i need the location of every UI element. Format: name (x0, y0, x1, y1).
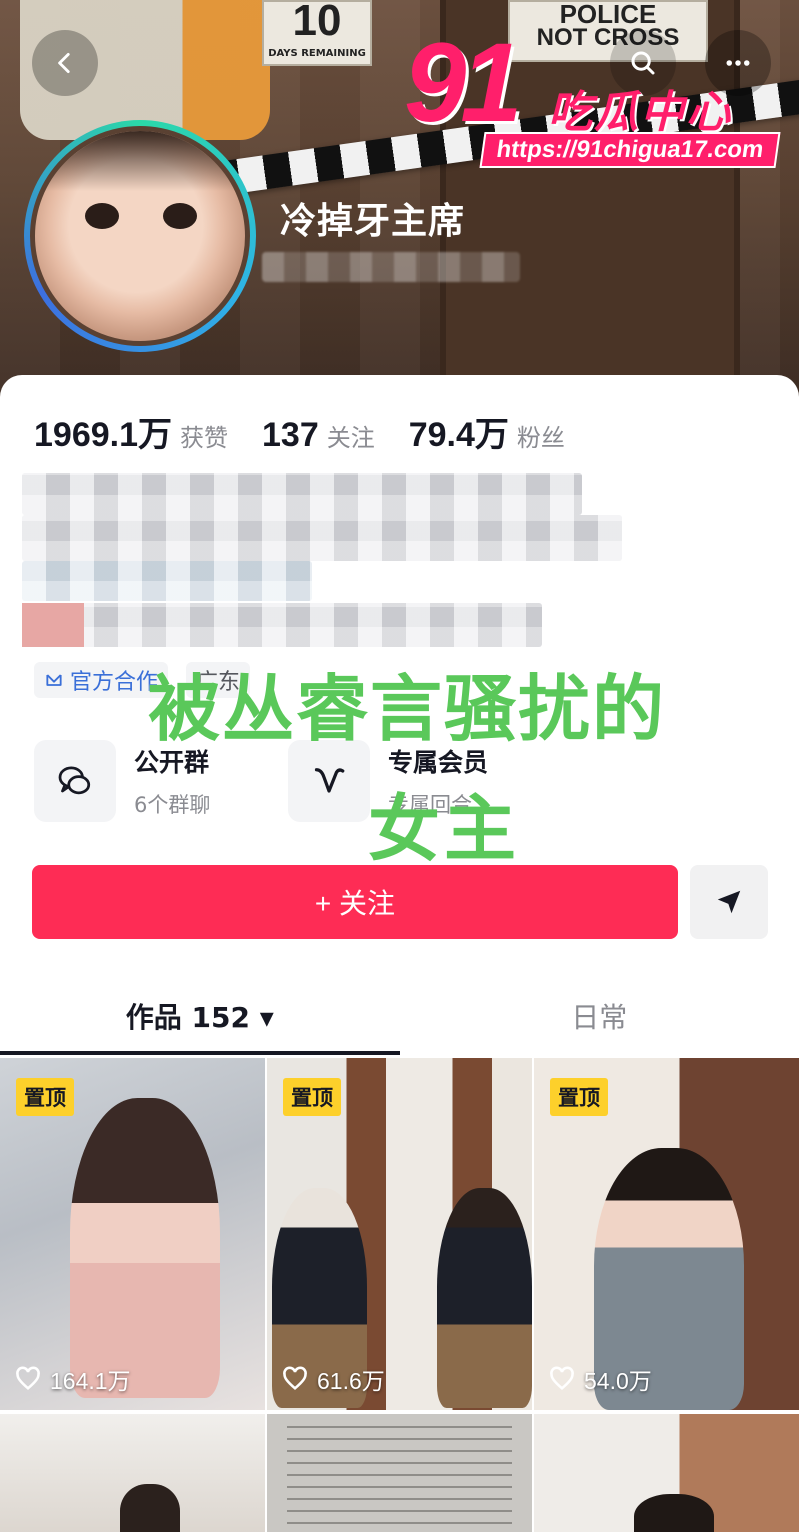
vip-member-entry[interactable]: 专属会员 专属回合 (288, 740, 488, 822)
location-label: 广东 (196, 670, 241, 695)
blurred-bio-emoji (22, 603, 84, 647)
pinned-badge: 置顶 (283, 1078, 341, 1116)
video-thumbnail-figure (437, 1188, 532, 1408)
video-tile[interactable] (0, 1414, 265, 1532)
likes-count: 1969.1万 (34, 416, 172, 454)
video-tile[interactable] (534, 1414, 799, 1532)
vip-v-icon (288, 740, 370, 822)
heart-icon (283, 1366, 307, 1391)
avatar[interactable] (24, 120, 256, 352)
days-sign-label: DAYS REMAINING (268, 48, 366, 59)
blurred-bio-line (22, 561, 312, 601)
video-tile[interactable]: 置顶 61.6万 (267, 1058, 532, 1410)
followers-label[interactable]: 粉丝 (517, 418, 565, 453)
active-tab-indicator (0, 1051, 400, 1055)
official-cooperation-tag[interactable]: 官方合作 (34, 662, 169, 698)
following-label[interactable]: 关注 (327, 418, 375, 453)
tab-daily[interactable]: 日常 (400, 975, 799, 1057)
public-group-subtitle: 6个群聊 (134, 793, 211, 817)
avatar-hair (35, 131, 245, 191)
heart-icon (550, 1366, 574, 1391)
video-likes-count: 61.6万 (317, 1368, 385, 1394)
chevron-left-icon (58, 52, 70, 74)
profile-stats: 1969.1万 获赞 137 关注 79.4万 粉丝 (34, 407, 599, 456)
follow-button[interactable]: + 关注 (32, 865, 678, 939)
document-thumbnail (287, 1424, 512, 1532)
watermark-name: 吃瓜中心 (548, 87, 732, 138)
official-tag-label: 官方合作 (70, 670, 159, 695)
blurred-account-id (262, 252, 520, 282)
video-likes-count: 54.0万 (584, 1368, 652, 1394)
video-likes: 164.1万 (14, 1362, 131, 1396)
video-grid: 置顶 164.1万 置顶 61.6万 置顶 54.0万 (0, 1058, 799, 1532)
send-arrow-icon (717, 890, 741, 914)
tab-works[interactable]: 作品 152 ▾ (0, 975, 400, 1057)
back-button[interactable] (32, 30, 98, 96)
likes-label: 获赞 (180, 424, 228, 452)
share-button[interactable] (690, 865, 768, 939)
vip-member-title: 专属会员 (388, 748, 489, 777)
content-tabs: 作品 152 ▾ 日常 (0, 975, 799, 1057)
video-likes: 54.0万 (548, 1362, 652, 1396)
blurred-bio-line (22, 515, 622, 561)
avatar-eye-left (85, 203, 119, 229)
cooperation-icon (46, 674, 62, 686)
days-remaining-sign: 10 DAYS REMAINING (262, 0, 372, 66)
profile-nickname: 冷掉牙主席 (280, 201, 466, 242)
location-tag: 广东 (186, 662, 251, 698)
pinned-badge: 置顶 (16, 1078, 74, 1116)
video-thumbnail-figure (70, 1098, 220, 1398)
following-count[interactable]: 137 (262, 416, 319, 455)
pinned-badge: 置顶 (550, 1078, 608, 1116)
avatar-image (30, 126, 250, 346)
watermark-url: https://91chigua17.com (479, 132, 781, 168)
followers-count[interactable]: 79.4万 (409, 407, 509, 456)
chat-bubbles-icon (34, 740, 116, 822)
video-thumbnail-figure (634, 1494, 714, 1532)
video-tile[interactable] (267, 1414, 532, 1532)
public-group-entry[interactable]: 公开群 6个群聊 (34, 740, 210, 822)
blurred-bio-line (22, 603, 542, 647)
video-tile[interactable]: 置顶 164.1万 (0, 1058, 265, 1410)
watermark-number: 91 (404, 20, 523, 145)
video-likes: 61.6万 (281, 1362, 385, 1396)
watermark-logo: 91 吃瓜中心 https://91chigua17.com (404, 20, 789, 174)
video-thumbnail-figure (120, 1484, 180, 1532)
blurred-bio-line (22, 473, 582, 515)
profile-info-card: 1969.1万 获赞 137 关注 79.4万 粉丝 官方合作 广东 公开群 6… (0, 375, 799, 1532)
video-likes-count: 164.1万 (50, 1368, 131, 1394)
vip-member-subtitle: 专属回合 (388, 793, 472, 817)
heart-icon (16, 1366, 40, 1391)
video-tile[interactable]: 置顶 54.0万 (534, 1058, 799, 1410)
profile-tags: 官方合作 广东 (34, 662, 251, 698)
police-sign-line1: POLICE (559, 0, 657, 29)
public-group-title: 公开群 (134, 748, 210, 777)
days-sign-number: 10 (292, 0, 342, 45)
avatar-eye-right (163, 203, 197, 229)
